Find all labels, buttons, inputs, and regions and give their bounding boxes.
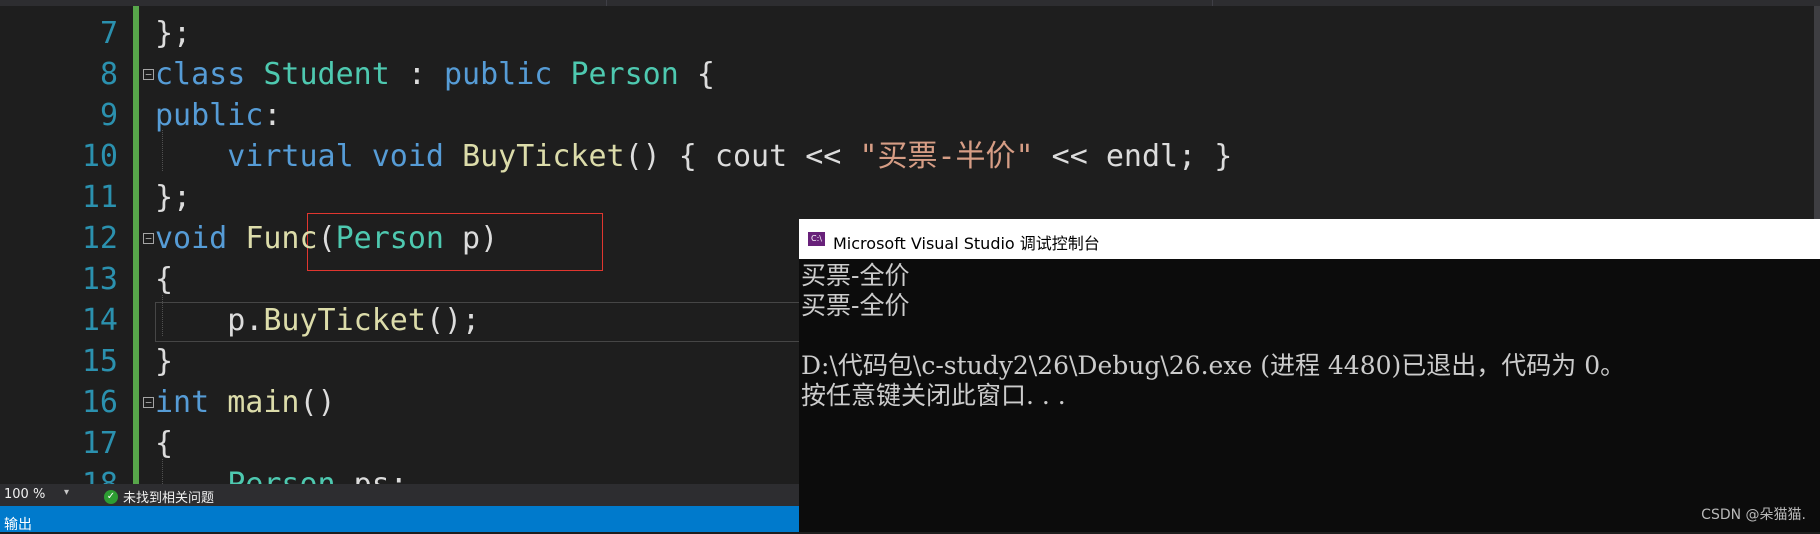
code-token: Person bbox=[227, 467, 335, 484]
code-line[interactable]: }; bbox=[155, 13, 191, 54]
code-token: BuyTicket bbox=[462, 139, 625, 174]
output-panel-tab[interactable]: 输出 bbox=[0, 506, 800, 533]
code-token: << endl; } bbox=[1033, 139, 1233, 174]
change-indicator-bar bbox=[133, 6, 139, 484]
line-number: 7 bbox=[99, 16, 118, 51]
code-token: void bbox=[155, 221, 246, 256]
code-token: (); bbox=[425, 303, 481, 338]
code-token: p) bbox=[444, 221, 499, 256]
line-number: 9 bbox=[99, 98, 118, 133]
code-line[interactable]: { bbox=[155, 423, 173, 464]
code-line[interactable]: { bbox=[155, 259, 173, 300]
code-token: }; bbox=[155, 180, 192, 215]
line-number: 17 bbox=[81, 426, 118, 461]
code-token: public bbox=[155, 98, 264, 133]
code-token: { bbox=[155, 426, 174, 461]
issues-status[interactable]: ✓ 未找到相关问题 bbox=[104, 487, 214, 506]
zoom-level[interactable]: 100 % bbox=[4, 487, 45, 502]
code-line[interactable]: public: bbox=[155, 95, 281, 136]
editor-status-bar: 100 % ▾ ✓ 未找到相关问题 bbox=[0, 484, 800, 506]
console-line: 买票-全价 bbox=[801, 261, 910, 290]
collapse-icon[interactable]: − bbox=[143, 233, 154, 244]
issues-label: 未找到相关问题 bbox=[123, 491, 215, 506]
code-token: int bbox=[155, 385, 228, 420]
console-title-bar[interactable]: C:\ Microsoft Visual Studio 调试控制台 bbox=[799, 219, 1820, 259]
console-line: 买票-全价 bbox=[801, 291, 910, 320]
editor-scrollbar[interactable] bbox=[1814, 6, 1820, 219]
code-token: () bbox=[299, 385, 336, 420]
line-number: 15 bbox=[81, 344, 118, 379]
code-token: main bbox=[227, 385, 300, 420]
code-line[interactable]: }; bbox=[155, 177, 191, 218]
check-circle-icon: ✓ bbox=[104, 489, 118, 504]
code-token: Person bbox=[335, 221, 444, 256]
code-token: }; bbox=[155, 16, 192, 51]
code-token: { bbox=[678, 57, 715, 92]
code-token: BuyTicket bbox=[263, 303, 426, 338]
code-line[interactable]: void Func(Person p) bbox=[155, 218, 498, 259]
debug-console-window[interactable]: C:\ Microsoft Visual Studio 调试控制台 买票-全价买… bbox=[799, 219, 1820, 532]
code-token: p. bbox=[155, 303, 264, 338]
line-number: 11 bbox=[81, 180, 118, 215]
collapse-icon[interactable]: − bbox=[143, 69, 154, 80]
code-token: () { cout << bbox=[624, 139, 860, 174]
code-token: "买票-半价" bbox=[859, 139, 1034, 174]
console-line: D:\代码包\c-study2\26\Debug\26.exe (进程 4480… bbox=[801, 351, 1626, 380]
line-number: 12 bbox=[81, 221, 118, 256]
code-token: virtual bbox=[155, 139, 372, 174]
collapse-icon[interactable]: − bbox=[143, 397, 154, 408]
code-line[interactable]: class Student : public Person { bbox=[155, 54, 715, 95]
code-token: : bbox=[389, 57, 444, 92]
code-token: } bbox=[155, 344, 174, 379]
output-tab-label: 输出 bbox=[4, 517, 32, 533]
line-number: 18 bbox=[0, 464, 118, 484]
code-token: Student bbox=[263, 57, 390, 92]
code-token: Func bbox=[245, 221, 318, 256]
code-line[interactable]: virtual void BuyTicket() { cout << "买票-半… bbox=[155, 136, 1232, 177]
code-token: { bbox=[155, 262, 174, 297]
line-number: 16 bbox=[81, 385, 118, 420]
console-app-icon: C:\ bbox=[808, 232, 825, 246]
code-token: void bbox=[371, 139, 463, 174]
watermark: CSDN @朵猫猫. bbox=[1701, 507, 1806, 523]
code-token: : bbox=[263, 98, 282, 133]
console-output: 买票-全价 买票-全价 D:\代码包\c-study2\26\Debug\26.ex… bbox=[799, 259, 1820, 532]
code-token: class bbox=[155, 57, 264, 92]
chevron-down-icon[interactable]: ▾ bbox=[64, 487, 69, 498]
console-line: 按任意键关闭此窗口. . . bbox=[801, 381, 1066, 410]
line-number: 13 bbox=[81, 262, 118, 297]
line-number: 14 bbox=[81, 303, 118, 338]
code-line[interactable]: Person ps; bbox=[155, 464, 408, 484]
line-number: 8 bbox=[99, 57, 118, 92]
code-line[interactable]: } bbox=[155, 341, 173, 382]
code-token: ( bbox=[317, 221, 336, 256]
code-token: public bbox=[444, 57, 571, 92]
line-number: 10 bbox=[81, 139, 118, 174]
code-line[interactable]: int main() bbox=[155, 382, 336, 423]
code-token: Person bbox=[570, 57, 679, 92]
code-token: ps; bbox=[336, 467, 408, 484]
console-title: Microsoft Visual Studio 调试控制台 bbox=[833, 234, 1100, 253]
code-line[interactable]: p.BuyTicket(); bbox=[155, 300, 480, 341]
